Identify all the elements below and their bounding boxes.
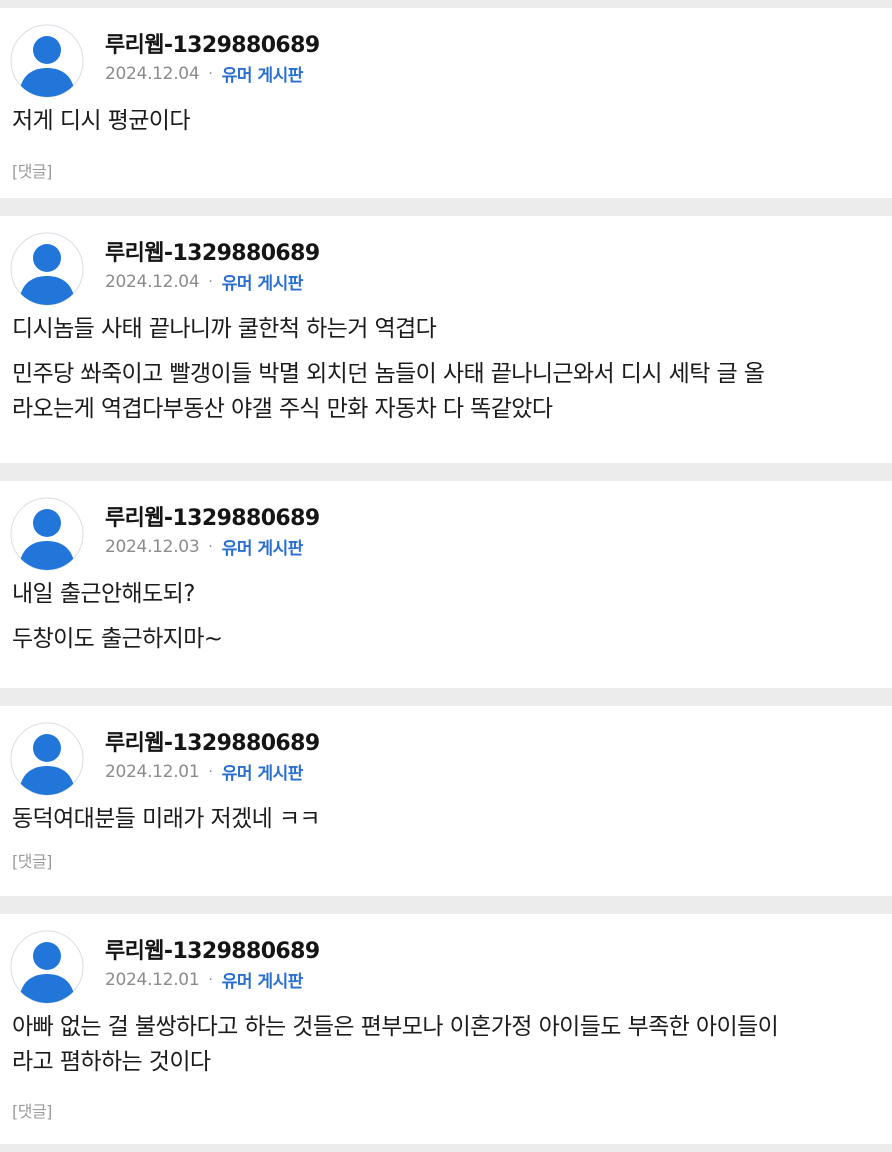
avatar[interactable] <box>10 497 84 571</box>
meta-separator: · <box>208 538 213 555</box>
board-link[interactable]: 유머 게시판 <box>222 967 304 992</box>
comment-paragraph: 아빠 없는 걸 불쌍하다고 하는 것들은 편부모나 이혼가정 아이들도 부족한 … <box>12 1010 880 1080</box>
post-meta: 2024.12.04 · 유머 게시판 <box>105 269 304 295</box>
board-link[interactable]: 유머 게시판 <box>222 759 304 784</box>
comment-text: 동덕여대분들 미래가 저겠네 ㅋㅋ <box>12 806 321 832</box>
avatar[interactable] <box>10 24 84 98</box>
comment-card[interactable]: 루리웹-1329880689 2024.12.03 · 유머 게시판내일 출근안해도되… <box>0 481 892 688</box>
author-name[interactable]: 루리웹-1329880689 <box>105 235 320 267</box>
post-date: 2024.12.04 <box>105 63 200 84</box>
post-date: 2024.12.04 <box>105 271 200 292</box>
post-meta: 2024.12.01 · 유머 게시판 <box>105 759 304 785</box>
comment-paragraph: 디시놈들 사태 끝나니까 쿨한척 하는거 역겹다 <box>12 312 880 347</box>
comment-card[interactable]: 루리웹-1329880689 2024.12.04 · 유머 게시판디시놈들 사태 끝… <box>0 216 892 463</box>
comment-text: 라고 폄하하는 것이다 <box>12 1049 211 1075</box>
author-name[interactable]: 루리웹-1329880689 <box>105 27 320 59</box>
board-link[interactable]: 유머 게시판 <box>222 269 304 294</box>
author-name[interactable]: 루리웹-1329880689 <box>105 933 320 965</box>
user-silhouette-icon <box>10 24 84 98</box>
comment-body: 저게 디시 평균이다 <box>12 104 880 139</box>
comment-feed: 루리웹-1329880689 2024.12.04 · 유머 게시판 저게 디시 평균이… <box>0 0 892 1152</box>
post-meta: 2024.12.01 · 유머 게시판 <box>105 967 304 993</box>
meta-separator: · <box>208 971 213 988</box>
user-silhouette-icon <box>10 497 84 571</box>
comment-body: 아빠 없는 걸 불쌍하다고 하는 것들은 편부모나 이혼가정 아이들도 부족한 … <box>12 1010 880 1080</box>
post-date: 2024.12.03 <box>105 536 200 557</box>
comment-card[interactable]: 루리웹-1329880689 2024.12.01 · 유머 게시판동덕여대분들 미래… <box>0 706 892 896</box>
board-link[interactable]: 유머 게시판 <box>222 61 304 86</box>
comment-card[interactable]: 루리웹-1329880689 2024.12.01 · 유머 게시판아빠 없는 걸 불… <box>0 914 892 1144</box>
reply-label[interactable]: [댓글] <box>12 158 52 182</box>
meta-separator: · <box>208 763 213 780</box>
author-name[interactable]: 루리웹-1329880689 <box>105 725 320 757</box>
post-meta: 2024.12.03 · 유머 게시판 <box>105 534 304 560</box>
comment-text: 디시놈들 사태 끝나니까 쿨한척 하는거 역겹다 <box>12 316 437 342</box>
comment-paragraph: 민주당 쏴죽이고 빨갱이들 박멸 외치던 놈들이 사태 끝나니근와서 디시 세탁… <box>12 357 880 427</box>
comment-text: 라오는게 역겹다부동산 야갤 주식 만화 자동차 다 똑같았다 <box>12 396 553 422</box>
comment-paragraph: 저게 디시 평균이다 <box>12 104 880 139</box>
comment-paragraph: 두창이도 출근하지마~ <box>12 622 880 657</box>
post-date: 2024.12.01 <box>105 969 200 990</box>
board-link[interactable]: 유머 게시판 <box>222 534 304 559</box>
comment-text: 저게 디시 평균이다 <box>12 108 191 134</box>
avatar[interactable] <box>10 722 84 796</box>
comment-text: 내일 출근안해도되? <box>12 581 195 607</box>
comment-body: 동덕여대분들 미래가 저겠네 ㅋㅋ <box>12 802 880 837</box>
comment-body: 내일 출근안해도되? 두창이도 출근하지마~ <box>12 577 880 657</box>
avatar[interactable] <box>10 930 84 1004</box>
comment-paragraph: 내일 출근안해도되? <box>12 577 880 612</box>
comment-text: 아빠 없는 걸 불쌍하다고 하는 것들은 편부모나 이혼가정 아이들도 부족한 … <box>12 1014 779 1040</box>
author-name[interactable]: 루리웹-1329880689 <box>105 500 320 532</box>
user-silhouette-icon <box>10 930 84 1004</box>
reply-label[interactable]: [댓글] <box>12 1098 52 1122</box>
post-date: 2024.12.01 <box>105 761 200 782</box>
user-silhouette-icon <box>10 722 84 796</box>
comment-card[interactable]: 루리웹-1329880689 2024.12.04 · 유머 게시판저게 디시 평균이… <box>0 8 892 198</box>
meta-separator: · <box>208 273 213 290</box>
comment-paragraph: 동덕여대분들 미래가 저겠네 ㅋㅋ <box>12 802 880 837</box>
reply-label[interactable]: [댓글] <box>12 848 52 872</box>
meta-separator: · <box>208 65 213 82</box>
comment-text: 민주당 쏴죽이고 빨갱이들 박멸 외치던 놈들이 사태 끝나니근와서 디시 세탁… <box>12 361 765 387</box>
comment-text: 두창이도 출근하지마~ <box>12 626 223 652</box>
comment-body: 디시놈들 사태 끝나니까 쿨한척 하는거 역겹다민주당 쏴죽이고 빨갱이들 박멸… <box>12 312 880 427</box>
avatar[interactable] <box>10 232 84 306</box>
user-silhouette-icon <box>10 232 84 306</box>
post-meta: 2024.12.04 · 유머 게시판 <box>105 61 304 87</box>
